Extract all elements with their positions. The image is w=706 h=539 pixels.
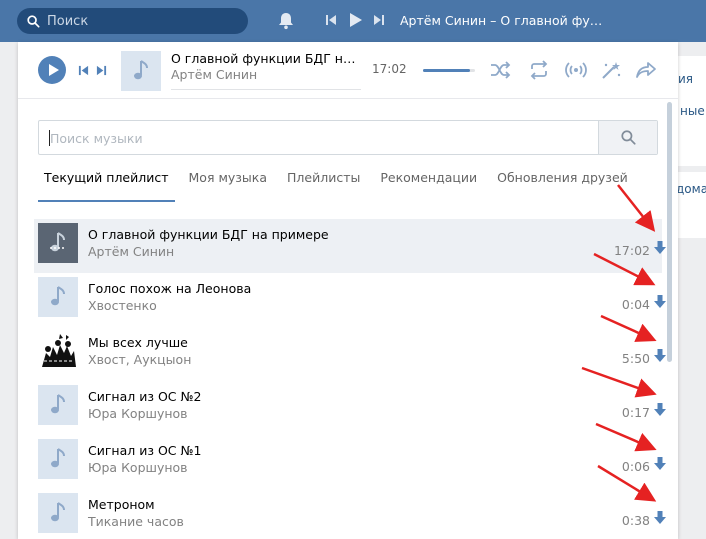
track-artist[interactable]: Артём Синин <box>88 244 174 259</box>
bell-icon[interactable] <box>277 11 295 30</box>
search-icon <box>620 130 636 145</box>
track-artist[interactable]: Юра Коршунов <box>88 406 188 421</box>
music-search-placeholder: Поиск музыки <box>50 131 143 146</box>
share-icon[interactable] <box>635 60 657 80</box>
background-text: ия <box>678 72 694 86</box>
prev-track-icon[interactable] <box>78 65 89 76</box>
player-bar: О главной функции БДГ на примере Артём С… <box>18 42 678 99</box>
album-art-image <box>38 331 78 371</box>
track-cover <box>38 277 78 317</box>
download-icon[interactable] <box>654 403 666 416</box>
track-duration: 17:02 <box>613 243 650 258</box>
current-track-time: 17:02 <box>372 62 407 76</box>
play-icon[interactable] <box>349 12 363 28</box>
broadcast-icon[interactable] <box>565 60 587 80</box>
tab-recommendations[interactable]: Рекомендации <box>374 160 483 202</box>
track-title[interactable]: Мы всех лучше <box>88 335 188 350</box>
background-page: ия ные дома <box>676 42 706 539</box>
music-note-icon <box>51 448 65 468</box>
track-duration: 0:06 <box>621 459 650 474</box>
music-note-icon <box>50 232 66 252</box>
track-title[interactable]: Метроном <box>88 497 155 512</box>
volume-slider-track[interactable] <box>423 69 475 72</box>
track-title[interactable]: Сигнал из ОС №2 <box>88 389 201 404</box>
music-search-button[interactable] <box>598 121 657 154</box>
recommendations-icon[interactable] <box>600 60 622 80</box>
next-track-icon[interactable] <box>96 65 107 76</box>
download-icon[interactable] <box>654 295 666 308</box>
track-artist[interactable]: Юра Коршунов <box>88 460 188 475</box>
global-search-placeholder: Поиск <box>47 13 89 29</box>
global-search[interactable]: Поиск <box>17 8 248 34</box>
track-row[interactable]: О главной функции БДГ на примере Артём С… <box>34 219 666 273</box>
track-title[interactable]: О главной функции БДГ на примере <box>88 227 329 242</box>
music-note-icon <box>134 60 148 80</box>
topbar-now-playing[interactable]: Артём Синин – О главной функции БДГ на п… <box>400 13 606 28</box>
top-bar: Поиск Артём Синин – О главной функции БД… <box>0 0 706 42</box>
track-duration: 0:17 <box>621 405 650 420</box>
track-artist[interactable]: Хвостенко <box>88 298 157 313</box>
track-duration: 5:50 <box>621 351 650 366</box>
download-icon[interactable] <box>654 349 666 362</box>
track-duration: 0:38 <box>621 513 650 528</box>
track-cover <box>38 493 78 533</box>
progress-bar[interactable] <box>171 89 361 90</box>
music-search-input[interactable]: Поиск музыки <box>38 120 658 155</box>
repeat-icon[interactable] <box>528 60 550 80</box>
track-cover <box>38 223 78 263</box>
play-button[interactable] <box>38 56 66 84</box>
track-title[interactable]: Сигнал из ОС №1 <box>88 443 201 458</box>
scrollbar[interactable] <box>667 102 672 362</box>
track-row[interactable]: Голос похож на Леонова Хвостенко 0:04 <box>34 273 666 327</box>
current-track-title[interactable]: О главной функции БДГ на примере <box>171 51 361 66</box>
tab-friends-updates[interactable]: Обновления друзей <box>491 160 634 202</box>
track-row[interactable]: Метроном Тикание часов 0:38 <box>34 489 666 539</box>
music-note-icon <box>51 502 65 522</box>
search-icon <box>27 14 40 28</box>
track-duration: 0:04 <box>621 297 650 312</box>
download-icon[interactable] <box>654 457 666 470</box>
volume-slider-fill <box>423 69 470 72</box>
download-icon[interactable] <box>654 241 666 254</box>
current-track-artist[interactable]: Артём Синин <box>171 67 257 82</box>
track-cover <box>38 385 78 425</box>
track-row[interactable]: Сигнал из ОС №1 Юра Коршунов 0:06 <box>34 435 666 489</box>
music-tabs: Текущий плейлист Моя музыка Плейлисты Ре… <box>38 160 642 202</box>
shuffle-icon[interactable] <box>489 60 511 80</box>
track-row[interactable]: Сигнал из ОС №2 Юра Коршунов 0:17 <box>34 381 666 435</box>
music-note-icon <box>51 286 65 306</box>
tab-current-playlist[interactable]: Текущий плейлист <box>38 160 175 202</box>
music-note-icon <box>51 394 65 414</box>
track-row[interactable]: Мы всех лучше Хвост, Аукцыон 5:50 <box>34 327 666 381</box>
track-list: О главной функции БДГ на примере Артём С… <box>34 219 666 539</box>
background-text: дома <box>676 182 706 196</box>
track-title[interactable]: Голос похож на Леонова <box>88 281 251 296</box>
track-cover-art <box>38 331 78 371</box>
next-track-icon[interactable] <box>373 14 385 26</box>
prev-track-icon[interactable] <box>325 14 337 26</box>
current-track-cover <box>121 51 161 91</box>
track-artist[interactable]: Тикание часов <box>88 514 184 529</box>
download-icon[interactable] <box>654 511 666 524</box>
track-cover <box>38 439 78 479</box>
audio-panel: О главной функции БДГ на примере Артём С… <box>18 42 678 539</box>
track-artist[interactable]: Хвост, Аукцыон <box>88 352 191 367</box>
tab-my-music[interactable]: Моя музыка <box>183 160 273 202</box>
background-text: ные <box>680 104 705 118</box>
tab-playlists[interactable]: Плейлисты <box>281 160 366 202</box>
